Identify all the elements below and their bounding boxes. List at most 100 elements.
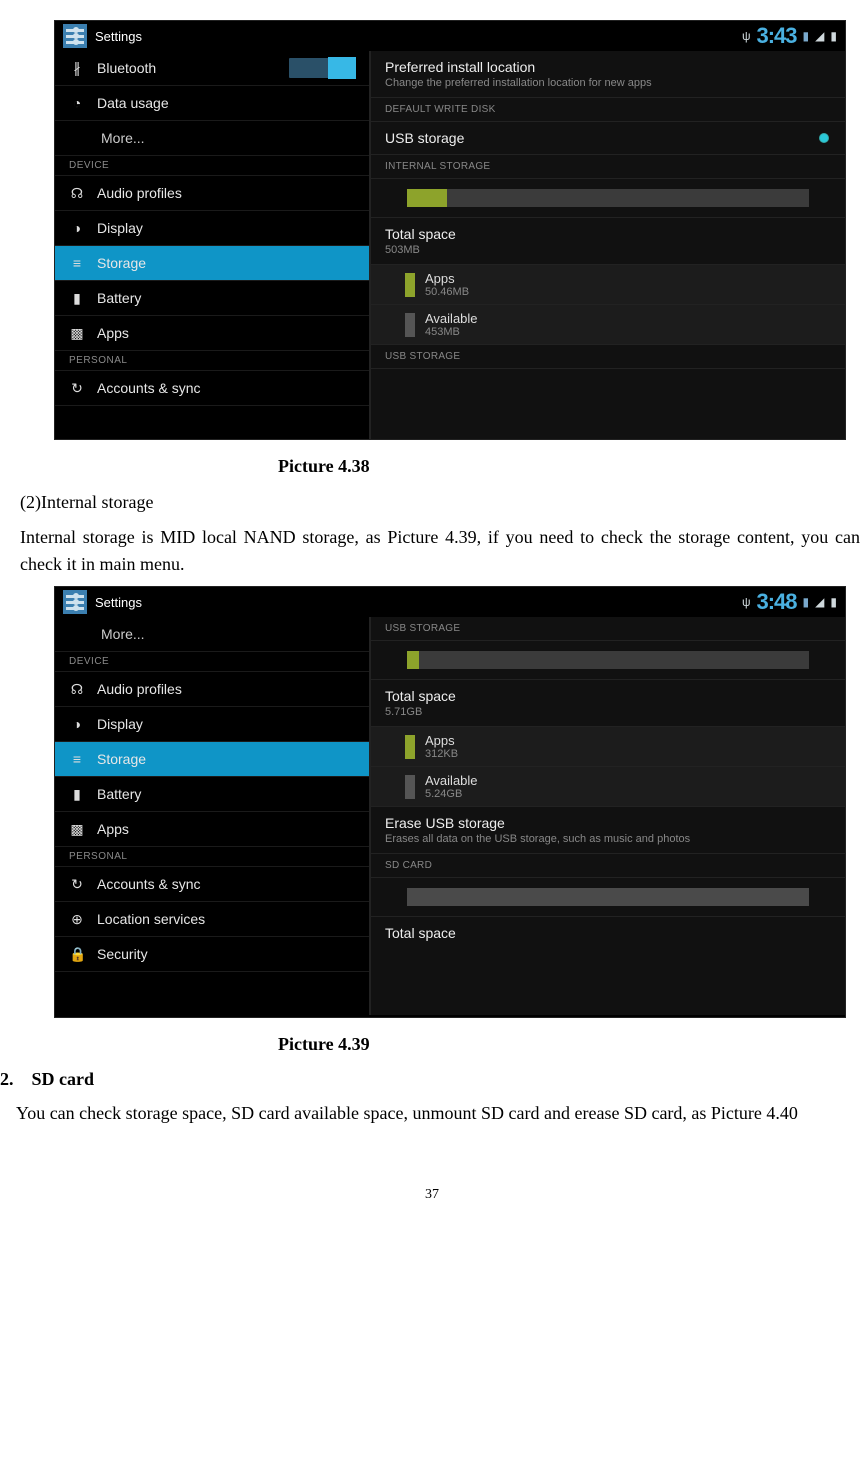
row-title: Available	[425, 773, 478, 788]
sd-total-space-row[interactable]: Total space	[371, 917, 845, 949]
sidebar-item-storage[interactable]: ≡ Storage	[55, 742, 369, 777]
sync-icon: ↻	[69, 380, 85, 397]
display-icon: ◑	[69, 716, 85, 732]
storage-bar-container	[371, 179, 845, 218]
paragraph-internal-storage: Internal storage is MID local NAND stora…	[20, 524, 864, 578]
screenshot-picture-4-38: Settings ψ 3:43 ▮ ◢ ▮ ∦ Bluetooth ON ◔ D…	[54, 20, 846, 440]
sidebar-item-data-usage[interactable]: ◔ Data usage	[55, 86, 369, 121]
sd-storage-bar-container	[371, 878, 845, 917]
sidebar-header-device: DEVICE	[55, 156, 369, 176]
audio-icon: ☊	[69, 185, 85, 202]
sidebar-item-apps[interactable]: ▩ Apps	[55, 316, 369, 351]
detail-pane: Preferred install location Change the pr…	[369, 51, 845, 439]
sidebar-item-battery[interactable]: ▮ Battery	[55, 777, 369, 812]
row-value: 312KB	[425, 748, 458, 760]
battery-icon: ▮	[69, 290, 85, 307]
row-title: Preferred install location	[385, 59, 831, 75]
sub-heading-internal-storage: (2)Internal storage	[20, 489, 864, 516]
sidebar-item-apps[interactable]: ▩ Apps	[55, 812, 369, 847]
settings-app-icon	[63, 590, 87, 614]
sidebar-item-more[interactable]: More...	[55, 121, 369, 156]
sidebar-item-audio[interactable]: ☊ Audio profiles	[55, 176, 369, 211]
lock-icon: 🔒	[69, 946, 85, 963]
caption-picture-4-39: Picture 4.39	[278, 1034, 864, 1055]
apps-icon: ▩	[69, 325, 85, 342]
row-title: Apps	[425, 733, 458, 748]
sidebar-item-label: Display	[97, 716, 143, 732]
clock: 3:48	[757, 589, 797, 615]
status-bar: Settings ψ 3:48 ▮ ◢ ▮	[55, 587, 845, 617]
signal-icon: ▮	[803, 595, 810, 609]
usb-icon: ψ	[742, 595, 751, 609]
usb-storage-row[interactable]: USB storage	[371, 122, 845, 155]
app-title: Settings	[95, 29, 142, 44]
row-title: Total space	[385, 226, 831, 242]
total-space-row[interactable]: Total space 503MB	[371, 218, 845, 265]
usb-storage-header: USB STORAGE	[371, 617, 845, 641]
audio-icon: ☊	[69, 681, 85, 698]
sidebar-item-label: Accounts & sync	[97, 380, 201, 396]
bluetooth-toggle[interactable]: ON	[289, 58, 355, 78]
battery-icon: ▮	[69, 786, 85, 803]
sidebar-item-label: Audio profiles	[97, 185, 182, 201]
radio-selected-icon	[819, 133, 829, 143]
apps-swatch	[405, 273, 415, 297]
signal-icon: ▮	[803, 29, 810, 43]
sidebar-item-bluetooth[interactable]: ∦ Bluetooth ON	[55, 51, 369, 86]
status-bar: Settings ψ 3:43 ▮ ◢ ▮	[55, 21, 845, 51]
sidebar-item-more[interactable]: More...	[55, 617, 369, 652]
apps-swatch	[405, 735, 415, 759]
total-space-row[interactable]: Total space 5.71GB	[371, 680, 845, 727]
sidebar-item-accounts[interactable]: ↻ Accounts & sync	[55, 371, 369, 406]
row-subtitle: Erases all data on the USB storage, such…	[385, 833, 831, 845]
storage-bar-container	[371, 641, 845, 680]
row-value: 5.24GB	[425, 788, 478, 800]
sidebar-item-label: Security	[97, 946, 148, 962]
erase-usb-row[interactable]: Erase USB storage Erases all data on the…	[371, 807, 845, 854]
section-number: 2.	[0, 1069, 14, 1089]
sd-card-header: SD CARD	[371, 854, 845, 878]
apps-row[interactable]: Apps 50.46MB	[371, 265, 845, 305]
sidebar-item-display[interactable]: ◑ Display	[55, 707, 369, 742]
sidebar-item-display[interactable]: ◑ Display	[55, 211, 369, 246]
sidebar-item-label: Storage	[97, 255, 146, 271]
sidebar-item-label: Data usage	[97, 95, 169, 111]
display-icon: ◑	[69, 220, 85, 236]
section-sd-card: 2. SD card	[0, 1069, 864, 1090]
sidebar-item-location[interactable]: ⊕ Location services	[55, 902, 369, 937]
location-icon: ⊕	[69, 911, 85, 928]
row-title: Total space	[385, 688, 831, 704]
sidebar-item-accounts[interactable]: ↻ Accounts & sync	[55, 867, 369, 902]
sidebar-item-label: Display	[97, 220, 143, 236]
sidebar-item-label: Apps	[97, 325, 129, 341]
settings-app-icon	[63, 24, 87, 48]
paragraph-sd-card: You can check storage space, SD card ava…	[16, 1100, 856, 1127]
sync-icon: ↻	[69, 876, 85, 893]
available-row[interactable]: Available 453MB	[371, 305, 845, 345]
sidebar-header-personal: PERSONAL	[55, 351, 369, 371]
available-row[interactable]: Available 5.24GB	[371, 767, 845, 807]
clock: 3:43	[757, 23, 797, 49]
sidebar-item-battery[interactable]: ▮ Battery	[55, 281, 369, 316]
sidebar-item-label: Bluetooth	[97, 60, 156, 76]
row-title: USB storage	[385, 130, 831, 146]
row-value: 503MB	[385, 244, 831, 256]
sidebar-item-storage[interactable]: ≡ Storage	[55, 246, 369, 281]
row-title: Total space	[385, 925, 831, 941]
row-title: Erase USB storage	[385, 815, 831, 831]
data-usage-icon: ◔	[69, 95, 85, 111]
sidebar-item-label: Battery	[97, 290, 141, 306]
row-title: Apps	[425, 271, 469, 286]
sidebar-item-label: Storage	[97, 751, 146, 767]
sidebar-item-label: More...	[101, 130, 145, 146]
sidebar-item-audio[interactable]: ☊ Audio profiles	[55, 672, 369, 707]
storage-icon: ≡	[69, 751, 85, 767]
available-swatch	[405, 775, 415, 799]
storage-bar	[407, 651, 809, 669]
section-title: SD card	[32, 1069, 95, 1089]
apps-row[interactable]: Apps 312KB	[371, 727, 845, 767]
sidebar-header-device: DEVICE	[55, 652, 369, 672]
preferred-install-row[interactable]: Preferred install location Change the pr…	[371, 51, 845, 98]
apps-icon: ▩	[69, 821, 85, 838]
sidebar-item-security[interactable]: 🔒 Security	[55, 937, 369, 972]
